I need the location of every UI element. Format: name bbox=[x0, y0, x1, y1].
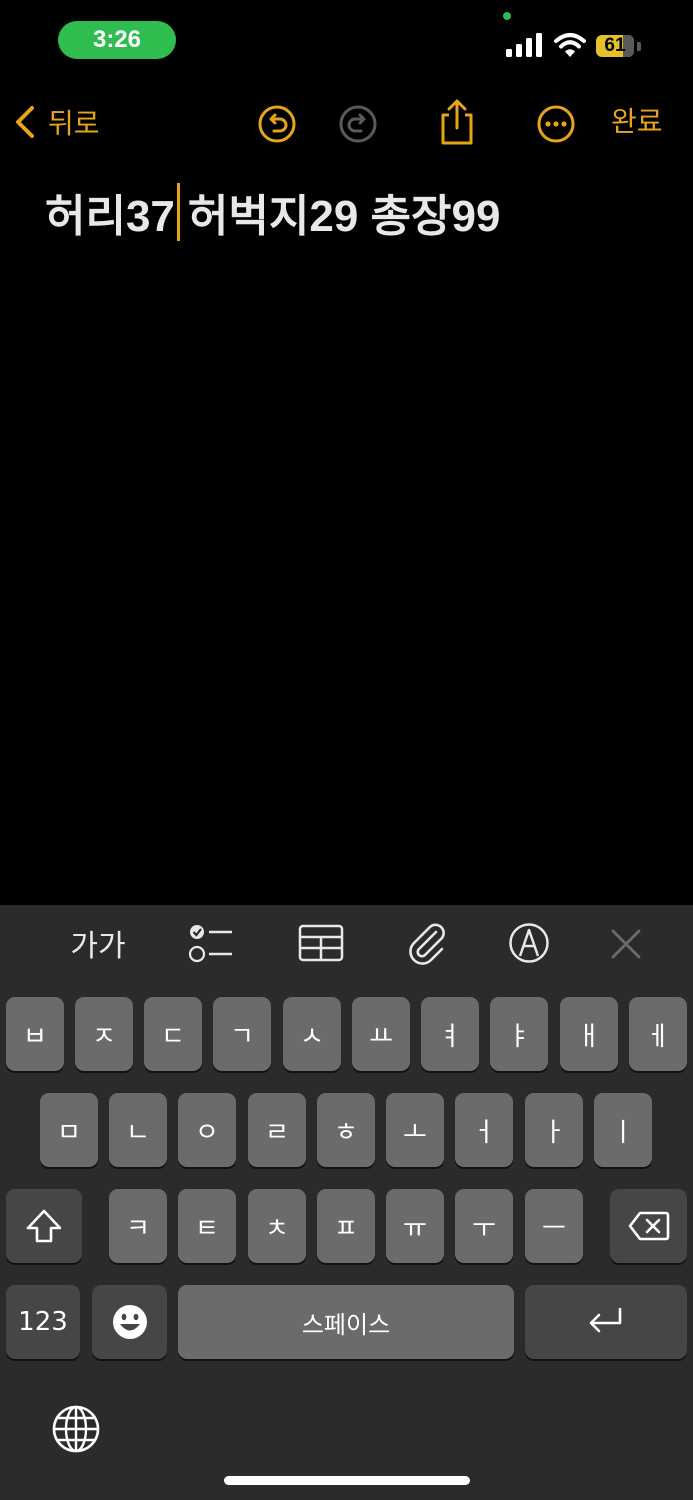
numbers-key[interactable]: 123 bbox=[6, 1285, 80, 1359]
note-text-after-caret: 허벅지29 총장99 bbox=[187, 192, 501, 241]
back-button[interactable]: 뒤로 bbox=[14, 102, 100, 142]
checklist-icon[interactable] bbox=[188, 922, 234, 964]
key[interactable]: ㅔ bbox=[629, 997, 687, 1071]
return-icon bbox=[589, 1307, 622, 1333]
markup-pen-icon[interactable] bbox=[508, 922, 550, 964]
battery-level: 61 bbox=[604, 35, 626, 56]
wifi-icon bbox=[554, 33, 586, 57]
attachment-icon[interactable] bbox=[406, 922, 448, 966]
key[interactable]: ㅌ bbox=[178, 1189, 236, 1263]
cellular-signal-icon bbox=[506, 33, 542, 57]
key[interactable]: ㅎ bbox=[317, 1093, 375, 1167]
undo-icon[interactable] bbox=[257, 104, 297, 144]
text-caret bbox=[176, 183, 180, 241]
return-key[interactable] bbox=[525, 1285, 687, 1359]
status-time: 3:26 bbox=[58, 21, 176, 59]
key[interactable]: ㅐ bbox=[560, 997, 618, 1071]
shift-icon bbox=[26, 1209, 62, 1243]
key[interactable]: ㅜ bbox=[455, 1189, 513, 1263]
note-body[interactable]: 허리37 허벅지29 총장99 bbox=[45, 180, 500, 244]
key[interactable]: ㅛ bbox=[352, 997, 410, 1071]
globe-icon[interactable] bbox=[51, 1404, 101, 1454]
emoji-key[interactable] bbox=[92, 1285, 167, 1359]
key[interactable]: ㅍ bbox=[317, 1189, 375, 1263]
key[interactable]: ㅓ bbox=[455, 1093, 513, 1167]
backspace-icon bbox=[628, 1211, 669, 1241]
key[interactable]: ㄴ bbox=[109, 1093, 167, 1167]
key[interactable]: ㄱ bbox=[213, 997, 271, 1071]
key[interactable]: ㅕ bbox=[421, 997, 479, 1071]
key[interactable]: ㅇ bbox=[178, 1093, 236, 1167]
key[interactable]: ㅋ bbox=[109, 1189, 167, 1263]
battery-nub bbox=[637, 42, 641, 51]
key[interactable]: ㅈ bbox=[75, 997, 133, 1071]
text-style-button[interactable]: 가가 bbox=[66, 920, 130, 966]
shift-key[interactable] bbox=[6, 1189, 82, 1263]
back-label: 뒤로 bbox=[48, 107, 100, 140]
key[interactable]: ㅅ bbox=[283, 997, 341, 1071]
key[interactable]: ㅑ bbox=[490, 997, 548, 1071]
key[interactable]: ㅣ bbox=[594, 1093, 652, 1167]
share-icon[interactable] bbox=[437, 98, 477, 146]
space-key[interactable]: 스페이스 bbox=[178, 1285, 514, 1359]
key[interactable]: ㅁ bbox=[40, 1093, 98, 1167]
redo-icon[interactable] bbox=[338, 104, 378, 144]
key[interactable]: ㅏ bbox=[525, 1093, 583, 1167]
key[interactable]: ㅗ bbox=[386, 1093, 444, 1167]
note-text-before-caret: 허리37 bbox=[45, 192, 175, 241]
camera-indicator bbox=[503, 12, 511, 20]
key[interactable]: ㅊ bbox=[248, 1189, 306, 1263]
backspace-key[interactable] bbox=[610, 1189, 687, 1263]
more-icon[interactable] bbox=[536, 104, 576, 144]
key[interactable]: ㅠ bbox=[386, 1189, 444, 1263]
emoji-icon bbox=[112, 1305, 147, 1339]
done-button[interactable]: 완료 bbox=[611, 102, 663, 142]
table-icon[interactable] bbox=[298, 924, 344, 962]
key[interactable]: ㄷ bbox=[144, 997, 202, 1071]
key[interactable]: ㅂ bbox=[6, 997, 64, 1071]
home-indicator[interactable] bbox=[224, 1476, 470, 1485]
chevron-left-icon bbox=[16, 106, 34, 138]
battery-indicator: 61 bbox=[596, 35, 634, 57]
close-toolbar-icon[interactable] bbox=[610, 928, 642, 960]
key[interactable]: ㅡ bbox=[525, 1189, 583, 1263]
key[interactable]: ㄹ bbox=[248, 1093, 306, 1167]
